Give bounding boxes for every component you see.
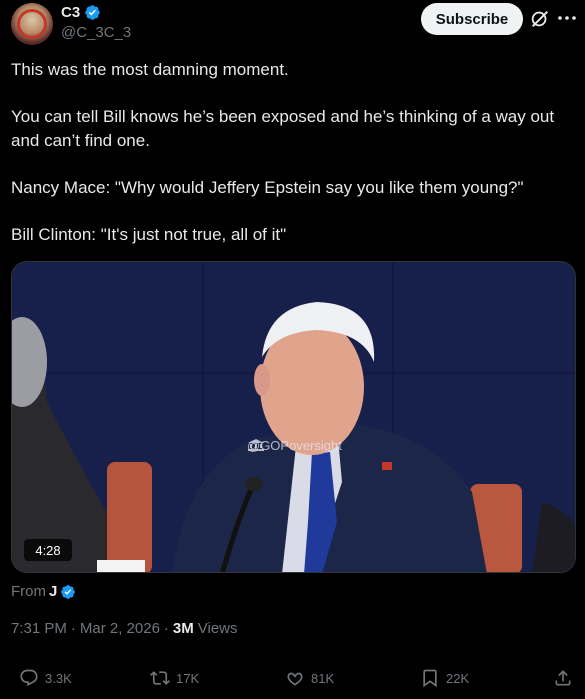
meta-separator: · xyxy=(70,620,76,637)
author-name-row[interactable]: C3 xyxy=(61,4,101,21)
like-button[interactable]: 81K xyxy=(285,668,334,688)
tweet-paragraph: You can tell Bill knows he’s been expose… xyxy=(11,107,555,150)
tweet-paragraph: Bill Clinton: "It's just not true, all o… xyxy=(11,225,287,244)
from-account-link[interactable]: J xyxy=(49,583,57,600)
share-button[interactable] xyxy=(553,668,573,688)
verified-badge-icon xyxy=(85,5,100,20)
repost-count: 17K xyxy=(176,670,200,686)
video-frame xyxy=(12,262,575,572)
author-name[interactable]: C3 xyxy=(61,4,80,21)
author-handle[interactable]: @C_3C_3 xyxy=(61,24,131,41)
tweet-paragraph: Nancy Mace: "Why would Jeffery Epstein s… xyxy=(11,178,524,197)
meta-separator: · xyxy=(163,620,169,637)
bookmark-icon xyxy=(423,669,437,688)
tweet-date[interactable]: Mar 2, 2026 xyxy=(80,620,160,637)
tweet-time[interactable]: 7:31 PM xyxy=(11,620,67,637)
from-attribution: From J xyxy=(11,583,76,600)
video-watermark: @GOPoversight xyxy=(247,438,342,453)
from-label: From xyxy=(11,583,46,600)
views-label: Views xyxy=(197,620,238,637)
reply-button[interactable]: 3.3K xyxy=(19,668,72,688)
share-icon xyxy=(555,670,571,686)
bookmark-button[interactable]: 22K xyxy=(420,668,469,688)
repost-icon xyxy=(150,671,170,685)
grok-icon[interactable] xyxy=(529,8,551,30)
more-options-icon[interactable] xyxy=(556,8,580,28)
tweet-text: This was the most damning moment. You ca… xyxy=(11,58,579,270)
repost-button[interactable]: 17K xyxy=(150,668,199,688)
building-icon xyxy=(248,439,264,451)
tweet-paragraph: This was the most damning moment. xyxy=(11,60,289,79)
reply-count: 3.3K xyxy=(45,670,72,686)
video-duration-badge: 4:28 xyxy=(24,539,72,561)
heart-icon xyxy=(287,672,303,686)
verified-badge-icon xyxy=(61,584,76,599)
reply-icon xyxy=(20,669,38,687)
avatar[interactable] xyxy=(11,3,53,45)
action-bar: 3.3K 17K 81K 22K xyxy=(0,668,585,696)
views-count: 3M xyxy=(172,620,194,637)
subscribe-button[interactable]: Subscribe xyxy=(421,3,523,35)
bookmark-count: 22K xyxy=(446,670,470,686)
video-player[interactable]: @GOPoversight 4:28 xyxy=(11,261,576,573)
like-count: 81K xyxy=(311,670,335,686)
tweet-meta: 7:31 PM · Mar 2, 2026 · 3M Views xyxy=(11,620,238,637)
